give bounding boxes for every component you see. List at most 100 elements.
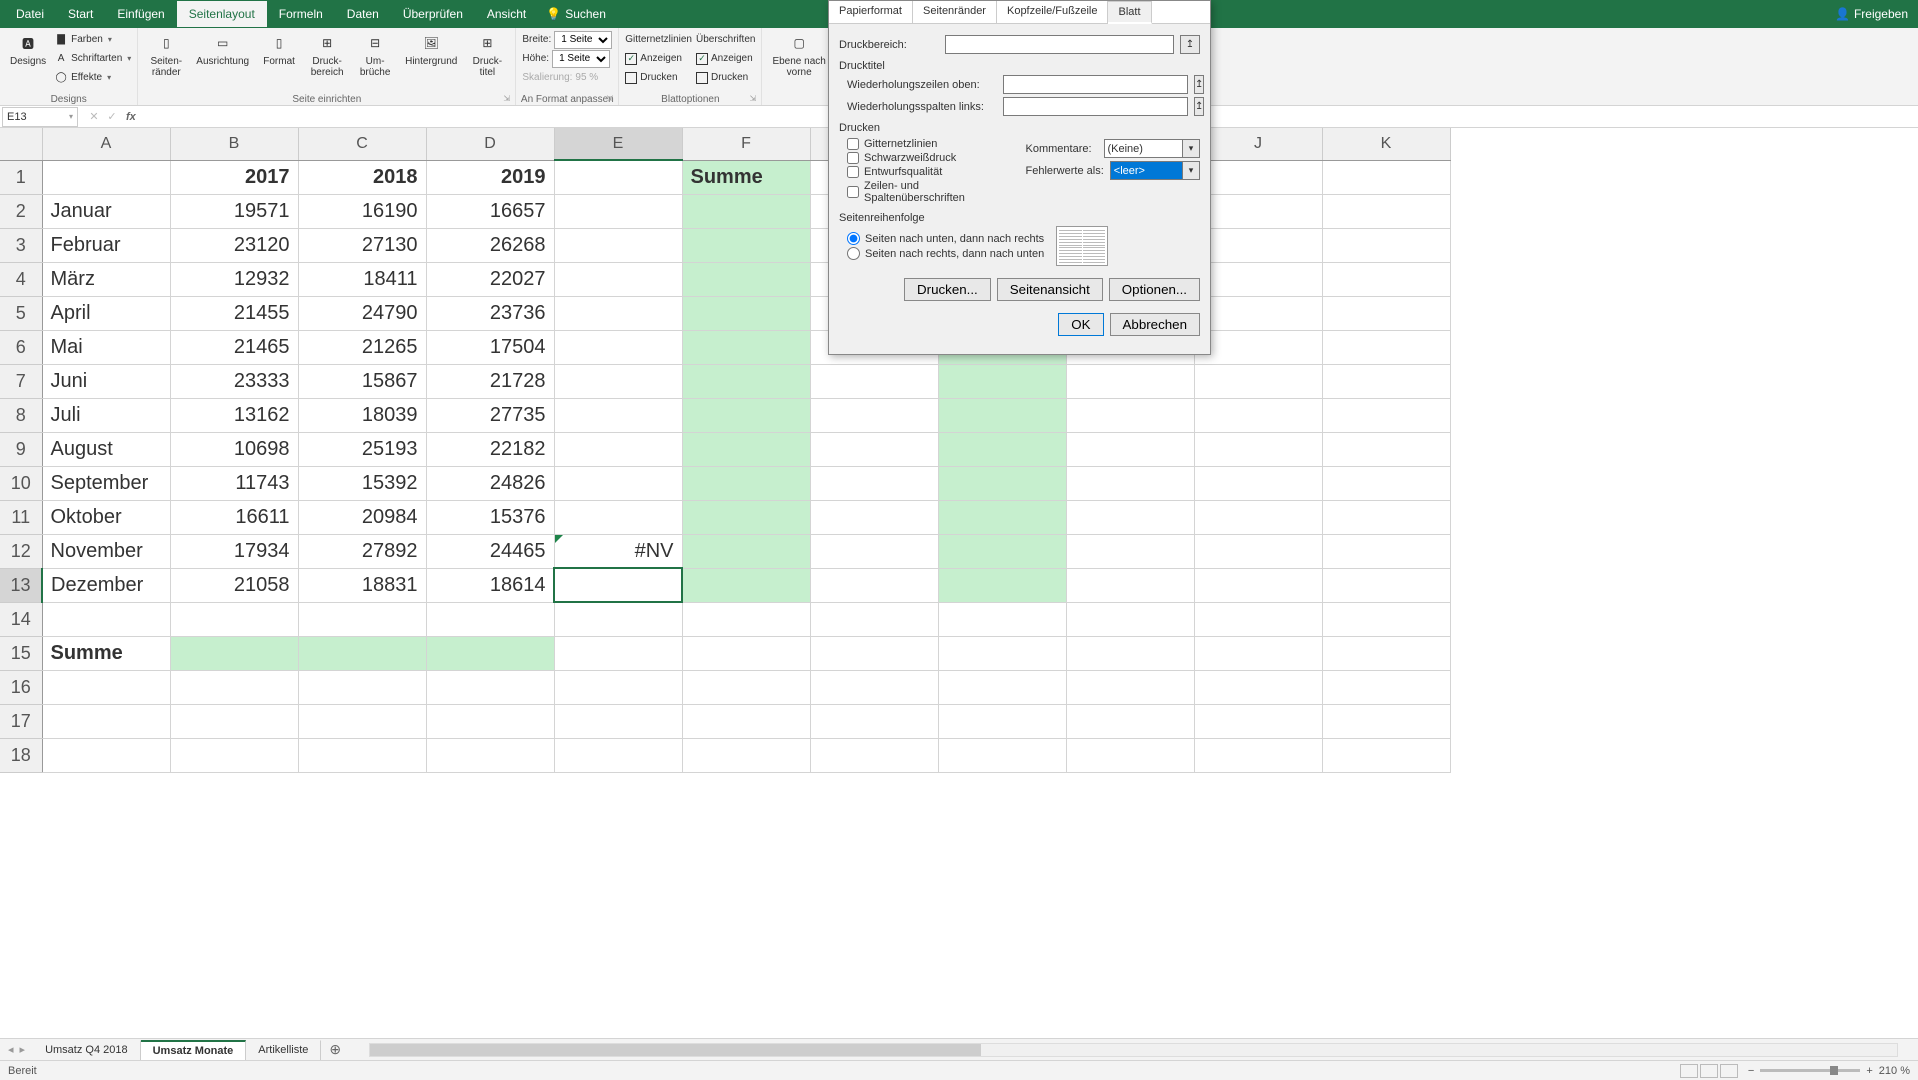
print-titles-button[interactable]: ⊞Druck-titel (465, 30, 509, 80)
row-header[interactable]: 1 (0, 160, 42, 194)
cell[interactable] (1194, 194, 1322, 228)
cell[interactable] (170, 602, 298, 636)
cell[interactable]: 23333 (170, 364, 298, 398)
cell[interactable] (1194, 602, 1322, 636)
select-all-corner[interactable] (0, 128, 42, 160)
margins-button[interactable]: ▯Seiten-ränder (144, 30, 188, 80)
cell[interactable] (1194, 262, 1322, 296)
ribbon-tab-datei[interactable]: Datei (4, 1, 56, 27)
gridlines-check[interactable]: Gitternetzlinien (847, 138, 1014, 150)
cell[interactable] (42, 738, 170, 772)
cell[interactable] (938, 704, 1066, 738)
cell[interactable] (1194, 704, 1322, 738)
cell[interactable] (682, 704, 810, 738)
cell[interactable] (810, 432, 938, 466)
cell[interactable] (1322, 296, 1450, 330)
cell[interactable] (1066, 704, 1194, 738)
row-header[interactable]: 10 (0, 466, 42, 500)
print-area-button[interactable]: ⊞Druck-bereich (305, 30, 349, 80)
cell[interactable]: Mai (42, 330, 170, 364)
cell[interactable] (938, 670, 1066, 704)
cell[interactable]: August (42, 432, 170, 466)
draft-check[interactable]: Entwurfsqualität (847, 166, 1014, 178)
rows-repeat-picker[interactable]: ↥ (1194, 75, 1204, 94)
cell[interactable] (1322, 636, 1450, 670)
cell[interactable]: 18831 (298, 568, 426, 602)
sheet-tab[interactable]: Umsatz Monate (141, 1040, 247, 1060)
cell[interactable]: 13162 (170, 398, 298, 432)
row-header[interactable]: 4 (0, 262, 42, 296)
cell[interactable]: 27735 (426, 398, 554, 432)
headings-view-check[interactable]: ✓Anzeigen (696, 49, 755, 68)
cell[interactable] (298, 602, 426, 636)
cell[interactable] (554, 296, 682, 330)
dialog-tab[interactable]: Seitenränder (913, 1, 997, 23)
cell[interactable]: 23736 (426, 296, 554, 330)
gridlines-view-check[interactable]: ✓Anzeigen (625, 49, 692, 68)
cell[interactable] (554, 262, 682, 296)
cell[interactable]: Summe (682, 160, 810, 194)
cell[interactable] (682, 466, 810, 500)
sheet-tab[interactable]: Artikelliste (246, 1040, 321, 1060)
cell[interactable]: 12932 (170, 262, 298, 296)
sheet-nav[interactable]: ◂▸ (0, 1043, 33, 1056)
cell[interactable] (1194, 534, 1322, 568)
bw-check[interactable]: Schwarzweißdruck (847, 152, 1014, 164)
cell[interactable]: 24790 (298, 296, 426, 330)
cell[interactable] (42, 670, 170, 704)
confirm-formula-icon[interactable]: ✓ (104, 110, 120, 123)
cell[interactable] (1322, 602, 1450, 636)
cell[interactable]: 15392 (298, 466, 426, 500)
cell[interactable]: 18411 (298, 262, 426, 296)
row-header[interactable]: 15 (0, 636, 42, 670)
cell[interactable] (1322, 160, 1450, 194)
cell[interactable] (170, 738, 298, 772)
cols-repeat-picker[interactable]: ↥ (1194, 97, 1204, 116)
cell[interactable] (682, 262, 810, 296)
cell[interactable] (1066, 738, 1194, 772)
row-header[interactable]: 9 (0, 432, 42, 466)
cell[interactable] (1194, 670, 1322, 704)
print-area-input[interactable] (945, 35, 1174, 54)
headings-print-check[interactable]: Drucken (696, 68, 755, 87)
row-header[interactable]: 18 (0, 738, 42, 772)
rows-repeat-input[interactable] (1003, 75, 1188, 94)
cell[interactable]: 15867 (298, 364, 426, 398)
cell[interactable] (1194, 398, 1322, 432)
cell[interactable] (938, 534, 1066, 568)
cell[interactable] (682, 534, 810, 568)
print-area-picker[interactable]: ↥ (1180, 35, 1200, 54)
cancel-button[interactable]: Abbrechen (1110, 313, 1200, 336)
cell[interactable]: November (42, 534, 170, 568)
cell[interactable] (682, 194, 810, 228)
cell[interactable] (1322, 500, 1450, 534)
cell[interactable] (810, 602, 938, 636)
cell[interactable] (1322, 228, 1450, 262)
cell[interactable] (554, 738, 682, 772)
cell[interactable] (810, 738, 938, 772)
cell[interactable]: Dezember (42, 568, 170, 602)
cell[interactable] (938, 602, 1066, 636)
cell[interactable] (1066, 602, 1194, 636)
ribbon-tab-ansicht[interactable]: Ansicht (475, 1, 538, 27)
cell[interactable]: 11743 (170, 466, 298, 500)
themes-button[interactable]: 🅰 Designs (6, 30, 50, 69)
cell[interactable] (1066, 398, 1194, 432)
row-header[interactable]: 12 (0, 534, 42, 568)
cell[interactable] (1322, 704, 1450, 738)
cell[interactable]: März (42, 262, 170, 296)
cell[interactable]: 19571 (170, 194, 298, 228)
cell[interactable] (810, 364, 938, 398)
cell[interactable] (938, 398, 1066, 432)
cell[interactable] (554, 364, 682, 398)
row-header[interactable]: 17 (0, 704, 42, 738)
cell[interactable]: 16611 (170, 500, 298, 534)
effects-button[interactable]: ◯Effekte▾ (54, 68, 131, 87)
cell[interactable]: 21455 (170, 296, 298, 330)
cell[interactable] (1194, 364, 1322, 398)
cell[interactable] (170, 670, 298, 704)
ribbon-tab-start[interactable]: Start (56, 1, 105, 27)
cell[interactable] (554, 398, 682, 432)
cell[interactable]: 10698 (170, 432, 298, 466)
col-header[interactable]: C (298, 128, 426, 160)
